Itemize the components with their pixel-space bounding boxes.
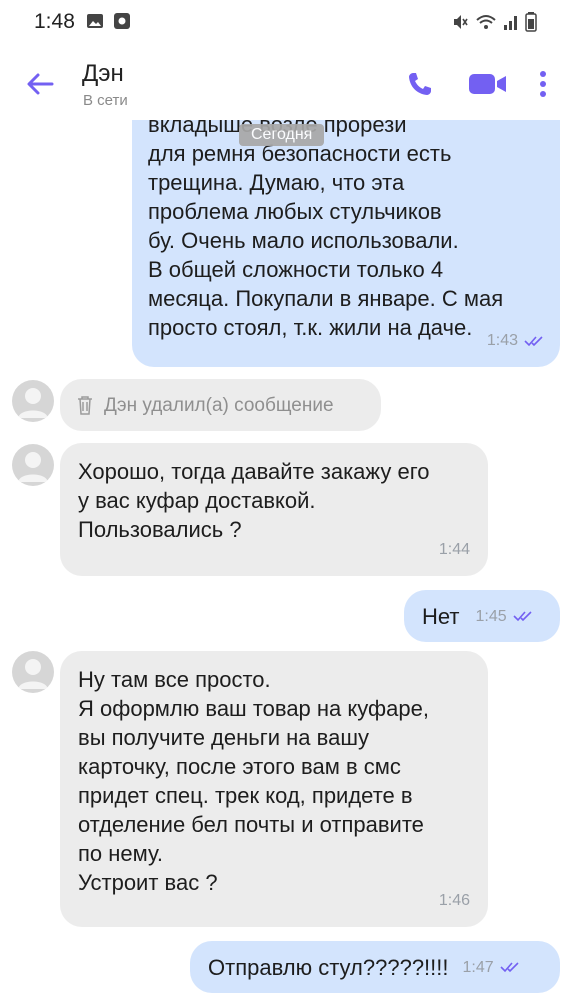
- outgoing-message[interactable]: Нет 1:45: [404, 590, 560, 642]
- read-check-icon: [500, 962, 519, 973]
- status-bar: 1:48: [0, 0, 571, 48]
- chat-header: Дэн В сети: [0, 48, 571, 120]
- outgoing-message[interactable]: вкладыше возле прорези для ремня безопас…: [132, 120, 560, 367]
- message-time: 1:45: [475, 607, 507, 625]
- default-avatar-icon: [18, 388, 48, 418]
- message-meta: 1:45: [475, 602, 532, 631]
- contact-status: В сети: [83, 92, 128, 109]
- phone-call-icon[interactable]: [406, 70, 434, 98]
- default-avatar-icon: [18, 452, 48, 482]
- message-text: Хорошо, тогда давайте закажу его у вас к…: [78, 459, 430, 542]
- message-meta: 1:46: [439, 886, 470, 915]
- outgoing-message[interactable]: Отправлю стул?????!!!! 1:47: [190, 941, 560, 993]
- message-text: Нет: [422, 603, 460, 629]
- message-text: вкладыше возле прорези для ремня безопас…: [148, 120, 504, 340]
- status-time: 1:48: [34, 10, 75, 33]
- message-time: 1:43: [486, 332, 518, 349]
- battery-icon: [525, 12, 537, 32]
- contact-name[interactable]: Дэн: [82, 60, 124, 88]
- app-notification-icon: [114, 13, 130, 29]
- read-check-icon: [524, 335, 543, 346]
- message-meta: 1:44: [439, 535, 470, 564]
- wifi-icon: [476, 15, 496, 29]
- status-icons: [451, 12, 537, 32]
- message-time: 1:46: [438, 892, 470, 909]
- read-check-icon: [513, 611, 532, 622]
- default-avatar-icon: [18, 659, 48, 689]
- back-arrow-icon[interactable]: [22, 66, 58, 102]
- incoming-message[interactable]: Ну там все просто. Я оформлю ваш товар н…: [60, 651, 488, 927]
- incoming-message[interactable]: Хорошо, тогда давайте закажу его у вас к…: [60, 443, 488, 576]
- message-time: 1:44: [438, 541, 470, 558]
- date-separator: Сегодня: [239, 124, 325, 146]
- message-text: Отправлю стул?????!!!!: [208, 954, 449, 980]
- signal-icon: [504, 16, 517, 30]
- chat-messages[interactable]: вкладыше возле прорези для ремня безопас…: [0, 120, 571, 1000]
- video-call-icon[interactable]: [468, 70, 508, 98]
- gallery-notification-icon: [87, 14, 103, 28]
- message-meta: 1:47: [463, 953, 520, 982]
- avatar[interactable]: [12, 651, 54, 693]
- avatar[interactable]: [12, 444, 54, 486]
- message-time: 1:47: [462, 958, 494, 976]
- avatar[interactable]: [12, 380, 54, 422]
- more-options-icon[interactable]: [533, 68, 553, 100]
- message-meta: 1:43: [487, 326, 544, 355]
- mute-icon: [454, 15, 468, 29]
- message-text: Ну там все просто. Я оформлю ваш товар н…: [78, 667, 429, 895]
- deleted-message-text: Дэн удалил(а) сообщение: [104, 394, 334, 416]
- trash-icon: [78, 396, 92, 415]
- deleted-message[interactable]: Дэн удалил(а) сообщение: [60, 379, 381, 431]
